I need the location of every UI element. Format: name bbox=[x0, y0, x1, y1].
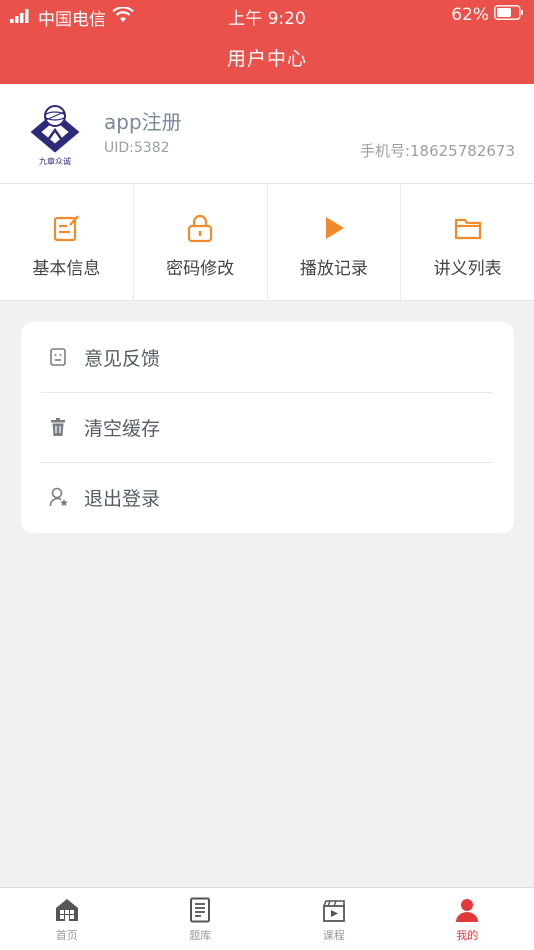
home-icon bbox=[55, 899, 78, 921]
lock-icon bbox=[188, 214, 213, 243]
feedback-icon bbox=[50, 348, 66, 366]
feedback-row[interactable]: 意见反馈 bbox=[41, 322, 493, 392]
tab-courses[interactable]: 课程 bbox=[267, 888, 401, 950]
handout-list-label: 讲义列表 bbox=[433, 259, 502, 279]
page-title: 用户中心 bbox=[226, 48, 307, 70]
app-header: 中国电信 上午 9:20 62% 用户中心 bbox=[0, 0, 534, 84]
tab-home-label: 首页 bbox=[55, 929, 78, 942]
user-id: UID:5382 bbox=[104, 140, 170, 156]
tab-home[interactable]: 首页 bbox=[0, 888, 134, 950]
bottom-tab-bar: 首页 题库 课程 我的 bbox=[0, 887, 534, 950]
folder-icon bbox=[454, 218, 481, 240]
tab-question-bank[interactable]: 题库 bbox=[134, 888, 268, 950]
clear-cache-label: 清空缓存 bbox=[84, 417, 161, 440]
change-password-button[interactable]: 密码修改 bbox=[134, 184, 268, 300]
edit-icon bbox=[54, 215, 80, 242]
change-password-label: 密码修改 bbox=[166, 259, 235, 279]
video-icon bbox=[322, 900, 345, 922]
settings-card: 意见反馈 清空缓存 退出登录 bbox=[21, 322, 514, 533]
handout-list-button[interactable]: 讲义列表 bbox=[401, 184, 534, 300]
person-icon bbox=[456, 899, 479, 922]
tab-mine-label: 我的 bbox=[456, 929, 479, 942]
user-phone: 手机号:18625782673 bbox=[359, 142, 515, 160]
tab-courses-label: 课程 bbox=[322, 929, 345, 942]
play-history-button[interactable]: 播放记录 bbox=[268, 184, 402, 300]
logout-label: 退出登录 bbox=[84, 487, 161, 510]
profile-card: 九章众诚 app注册 UID:5382 手机号:18625782673 bbox=[0, 84, 534, 184]
tab-question-bank-label: 题库 bbox=[189, 929, 212, 942]
play-history-label: 播放记录 bbox=[299, 259, 368, 279]
document-icon bbox=[190, 897, 211, 923]
play-icon bbox=[325, 217, 344, 239]
battery-icon bbox=[494, 5, 524, 25]
basic-info-button[interactable]: 基本信息 bbox=[0, 184, 134, 300]
logout-row[interactable]: 退出登录 bbox=[41, 462, 493, 532]
trash-icon bbox=[51, 418, 65, 436]
tab-mine[interactable]: 我的 bbox=[401, 888, 534, 950]
basic-info-label: 基本信息 bbox=[32, 259, 101, 279]
company-logo: 九章众诚 bbox=[22, 102, 88, 168]
svg-text:九章众诚: 九章众诚 bbox=[39, 156, 71, 166]
status-bar: 中国电信 上午 9:20 62% bbox=[0, 0, 534, 30]
user-logout-icon bbox=[49, 487, 68, 507]
battery-percent: 62% bbox=[451, 5, 489, 25]
feedback-label: 意见反馈 bbox=[84, 347, 161, 370]
shortcut-grid: 基本信息 密码修改 播放记录 讲义列表 bbox=[0, 184, 534, 301]
user-name: app注册 bbox=[104, 110, 182, 134]
clear-cache-row[interactable]: 清空缓存 bbox=[41, 392, 493, 462]
